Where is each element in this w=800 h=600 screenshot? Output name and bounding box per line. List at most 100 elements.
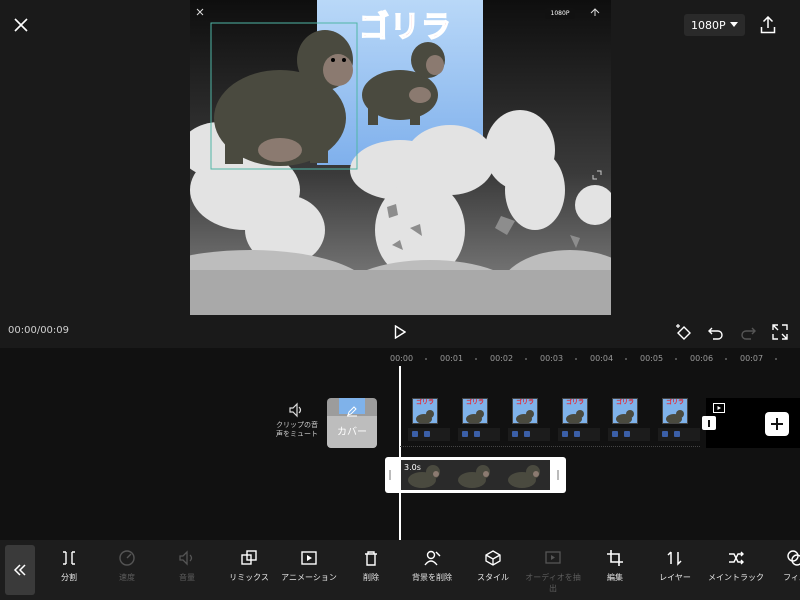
right-trim-handle[interactable] [557,470,559,480]
toolbar-item-remix[interactable]: リミックス [220,549,278,583]
transition-icon [708,419,710,427]
audio-marker [662,431,668,437]
frame-title: ゴリラ [665,399,684,406]
ruler-dot [675,358,677,360]
audio-marker [674,431,680,437]
audio-marker [524,431,530,437]
audio-marker [562,431,568,437]
toolbar-item-remove-bg[interactable]: 背景を削除 [403,549,461,583]
toolbar-item-label: 削除 [363,573,379,582]
transition-button[interactable] [702,416,716,430]
redo-button[interactable] [738,322,758,342]
volume-icon [179,550,193,566]
ruler-dot [475,358,477,360]
video-preview[interactable]: ゴリラ 1080P [190,0,611,315]
audio-marker [512,431,518,437]
resolution-dropdown[interactable]: 1080P [684,14,745,36]
left-trim-handle[interactable] [389,470,391,480]
mute-button[interactable] [288,402,304,418]
toolbar-item-label: リミックス [229,573,269,582]
audio-marker [612,431,618,437]
toolbar-item-animation[interactable]: アニメーション [280,549,338,583]
toolbar-item-volume[interactable]: 音量 [158,549,216,583]
frame-gorilla [616,410,634,423]
toolbar-item-style[interactable]: スタイル [464,549,522,583]
plus-icon [771,418,783,430]
ruler-tick-label: 00:07 [740,354,764,363]
trash-icon [365,551,377,566]
export-icon [760,16,776,34]
play-button[interactable] [390,322,410,342]
ruler-dot [425,358,427,360]
toolbar-item-layer[interactable]: レイヤー [646,549,704,583]
cover-button[interactable]: カバー [327,398,377,448]
frame-gorilla [516,410,534,423]
playhead[interactable] [399,366,401,540]
toolbar-item-trash[interactable]: 削除 [342,549,400,583]
fullscreen-icon [772,324,788,340]
audio-marker [462,431,468,437]
ruler-dot [525,358,527,360]
track-frame: ゴリラ [562,398,588,424]
toolbar-item-split[interactable]: 分割 [40,549,98,583]
audio-marker [412,431,418,437]
layer-icon [667,551,682,566]
style-icon [485,550,501,566]
audio-marker [624,431,630,437]
toolbar-item-filter[interactable]: フィル [766,549,800,583]
preview-canvas [190,0,611,315]
frame-gorilla [666,410,684,423]
split-icon [63,551,75,565]
filter-icon [787,550,800,566]
toolbar-item-speed[interactable]: 速度 [98,549,156,583]
ruler-tick-label: 00:02 [490,354,514,363]
track-frame: ゴリラ [662,398,688,424]
frame-title: ゴリラ [465,399,484,406]
close-button[interactable] [8,12,34,38]
ruler-tick-label: 00:03 [540,354,564,363]
toolbar-item-label: メイントラック [708,573,764,582]
toolbar-item-label: 分割 [61,573,77,582]
toolbar-item-label: スタイル [477,573,509,582]
crop-icon [607,550,623,566]
extract-audio-icon [545,551,561,564]
remove-bg-icon [424,550,441,566]
add-clip-button[interactable] [765,412,789,436]
track-frame: ゴリラ [612,398,638,424]
redo-icon [741,327,756,340]
toolbar-item-label: オーディオを抽出 [525,573,581,593]
ruler-dot [575,358,577,360]
preview-resolution-badge: 1080P [545,8,575,19]
toolbar-item-label: 編集 [607,573,623,582]
frame-gorilla [416,410,434,423]
main-track-icon [729,551,744,565]
toolbar-item-label: 速度 [119,573,135,582]
track-frame: ゴリラ [412,398,438,424]
time-counter: 00:00/00:09 [8,325,70,336]
undo-button[interactable] [706,322,726,342]
toolbar-item-label: 背景を削除 [412,573,452,582]
audio-marker [574,431,580,437]
undo-icon [708,327,723,340]
frame-title: ゴリラ [615,399,634,406]
toolbar-item-label: アニメーション [281,573,337,582]
overlay-thumbs [408,465,540,488]
ruler-tick-label: 00:05 [640,354,664,363]
ruler-dot [625,358,627,360]
ruler-tick-label: 00:01 [440,354,464,363]
keyframe-button[interactable] [674,322,694,342]
remix-icon [241,550,257,565]
keyframe-icon [676,324,691,340]
toolbar-item-main-track[interactable]: メイントラック [707,549,765,583]
export-button[interactable] [755,12,781,38]
toolbar-item-extract-audio[interactable]: オーディオを抽出 [524,549,582,594]
ruler-tick-label: 00:00 [390,354,414,363]
toolbar-item-label: レイヤー [659,573,691,582]
track-frame: ゴリラ [462,398,488,424]
collapse-button[interactable] [5,545,35,595]
fullscreen-button[interactable] [770,322,790,342]
speed-icon [119,550,135,566]
animation-icon [301,551,317,565]
overlay-clip-thumbnails [400,460,550,490]
toolbar-item-crop[interactable]: 編集 [586,549,644,583]
